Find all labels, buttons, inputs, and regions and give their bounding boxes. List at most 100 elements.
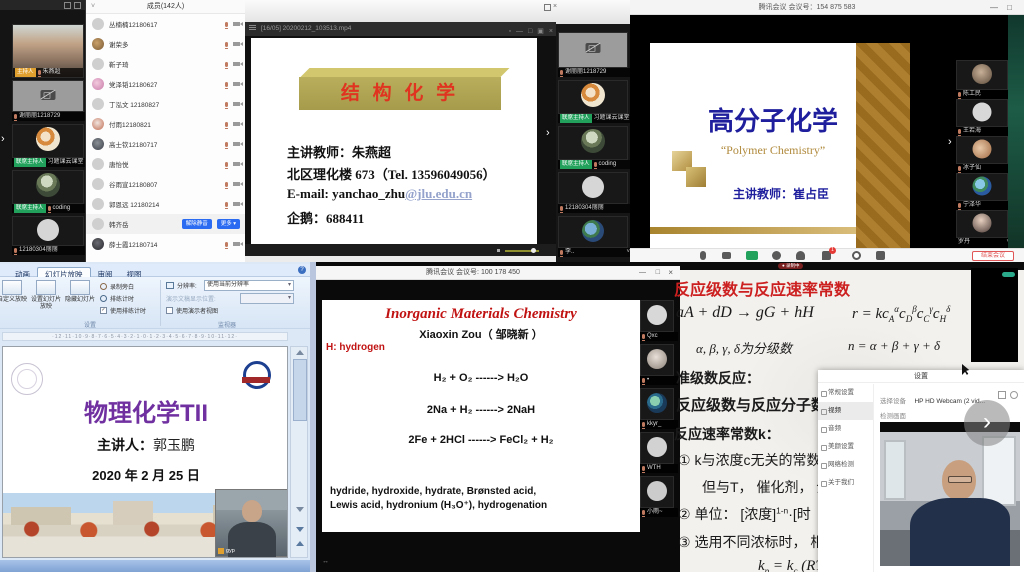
video-tile-host[interactable]: 主持人朱燕超 [12, 24, 84, 78]
camera-icon[interactable] [233, 42, 240, 46]
unmute-button[interactable]: 解除静音 [182, 219, 212, 229]
maximize-icon[interactable]: □ [528, 28, 532, 35]
video-tile[interactable] [12, 216, 84, 246]
member-row[interactable]: 高士钦12180717 [86, 134, 246, 154]
video-tile[interactable] [558, 172, 628, 204]
video-tile[interactable] [956, 173, 1008, 201]
member-row[interactable]: 付雨12180821 [86, 114, 246, 134]
video-tile[interactable] [640, 344, 674, 376]
video-tile[interactable] [558, 80, 628, 114]
scroll-up-icon[interactable] [296, 350, 304, 355]
video-tile[interactable] [640, 388, 674, 420]
player-titlebar[interactable]: [16/05] 20200212_103513.mp4 ▫—□▣× [245, 22, 556, 36]
resolution-dropdown[interactable]: ▾使用当前分辨率 [204, 280, 294, 291]
next-slide-icon[interactable] [296, 541, 304, 546]
member-row[interactable]: 薛士霞12180714 [86, 234, 246, 254]
tr-titlebar[interactable]: 腾讯会议 会议号：154 875 583 — □ [630, 0, 1024, 15]
setup-slideshow-button[interactable]: 设置幻灯片放映 [30, 280, 62, 310]
camera-toggle-pill[interactable] [1002, 272, 1015, 277]
settings-item-audio[interactable]: 音频 [818, 420, 873, 438]
mic-icon[interactable] [225, 142, 228, 147]
minimize-icon[interactable]: — [639, 266, 646, 280]
video-tile[interactable] [12, 170, 84, 204]
more-button[interactable]: 更多 ▾ [217, 219, 240, 229]
mic-icon[interactable] [225, 62, 228, 67]
next-page-overlay-button[interactable]: › [964, 400, 1010, 446]
close-icon[interactable]: × [553, 3, 557, 10]
member-row[interactable]: 丛楠楠12180617 [86, 14, 246, 34]
chat-icon[interactable]: 1 [822, 251, 831, 260]
member-row[interactable]: 丁泓文 12180827 [86, 94, 246, 114]
record-icon[interactable] [852, 251, 861, 260]
camera-icon[interactable] [233, 22, 240, 26]
menu-icon[interactable] [249, 25, 256, 26]
member-row-hovered[interactable]: 韩齐岳 解除静音 更多 ▾ [86, 214, 246, 234]
minimize-icon[interactable]: — [990, 0, 998, 15]
rehearse-timings-option[interactable]: 排练计时 [100, 294, 134, 303]
camera-icon[interactable] [233, 202, 240, 206]
help-icon[interactable]: ? [298, 266, 306, 274]
fullscreen-icon[interactable]: ▣ [537, 28, 544, 35]
settings-icon[interactable] [876, 251, 885, 260]
floating-video-window[interactable] [971, 268, 1018, 362]
video-tile[interactable] [956, 60, 1008, 90]
mic-toolbar-icon[interactable] [700, 251, 706, 260]
expand-icon[interactable] [74, 2, 81, 9]
prev-slide-icon[interactable] [296, 527, 304, 532]
pin-icon[interactable]: ▫ [509, 28, 511, 35]
record-narration-option[interactable]: 录制旁白 [100, 282, 134, 291]
maximize-icon[interactable]: □ [656, 266, 660, 280]
video-tile[interactable] [956, 136, 1008, 164]
mirror-icon[interactable] [998, 391, 1006, 399]
teacher-webcam[interactable]: gyp [215, 489, 288, 557]
mic-icon[interactable] [225, 42, 228, 47]
mic-icon[interactable] [225, 242, 228, 247]
strip-expand-arrow[interactable]: › [948, 137, 952, 148]
camera-icon[interactable] [233, 162, 240, 166]
bm-titlebar[interactable]: 腾讯会议 会议号: 100 178 450 — □ × [316, 266, 680, 280]
mic-icon[interactable] [225, 182, 228, 187]
share-screen-icon[interactable] [746, 251, 758, 260]
video-tile[interactable] [640, 300, 674, 332]
presenter-view-option[interactable]: 使用演示者视图 [166, 306, 218, 315]
video-tile[interactable] [640, 476, 674, 508]
slide-scrollbar[interactable] [290, 346, 308, 558]
video-tile[interactable] [640, 432, 674, 464]
camera-icon[interactable] [233, 82, 240, 86]
email-link[interactable]: @jlu.edu.cn [405, 186, 472, 201]
camera-toolbar-icon[interactable] [722, 252, 731, 259]
minimize-icon[interactable]: — [516, 28, 523, 35]
use-timings-option[interactable]: ✓使用排练计时 [100, 306, 146, 315]
camera-icon[interactable] [233, 102, 240, 106]
video-tile[interactable] [956, 99, 1008, 127]
camera-icon[interactable] [233, 122, 240, 126]
settings-item-network[interactable]: 网络检测 [818, 456, 873, 474]
camera-icon[interactable] [233, 182, 240, 186]
custom-show-button[interactable]: 自定义放映 [0, 280, 28, 304]
mic-icon[interactable] [225, 82, 228, 87]
camera-icon[interactable] [233, 242, 240, 246]
mic-icon[interactable] [225, 22, 228, 27]
video-tile-camera-off[interactable] [12, 80, 84, 112]
checkbox-checked-icon[interactable]: ✓ [100, 307, 107, 314]
scroll-thumb[interactable] [293, 359, 307, 421]
checkbox-icon[interactable] [166, 307, 173, 314]
strip-expand-arrow[interactable]: › [1, 134, 5, 145]
show-on-dropdown[interactable]: ▾ [240, 293, 294, 304]
mic-icon[interactable] [225, 122, 228, 127]
members-icon[interactable] [796, 251, 805, 260]
resize-icon[interactable]: ↔ [322, 558, 329, 565]
expand-icon[interactable] [64, 2, 71, 9]
collapse-chevron-icon[interactable]: ˅ [91, 0, 95, 13]
settings-item-video[interactable]: 视频 [818, 402, 873, 420]
strip-expand-arrow[interactable]: › [546, 128, 550, 139]
end-meeting-button[interactable]: 结束会议 [972, 251, 1014, 261]
mic-icon[interactable] [225, 202, 228, 207]
close-icon[interactable]: × [549, 28, 553, 35]
settings-item-general[interactable]: 常规设置 [818, 384, 873, 402]
volume-slider[interactable] [505, 250, 539, 252]
member-row[interactable]: 郭恩远 12180214 [86, 194, 246, 214]
volume-slider-handle[interactable] [531, 248, 536, 253]
settings-item-beauty[interactable]: 美颜设置 [818, 438, 873, 456]
video-tile[interactable] [558, 126, 628, 160]
